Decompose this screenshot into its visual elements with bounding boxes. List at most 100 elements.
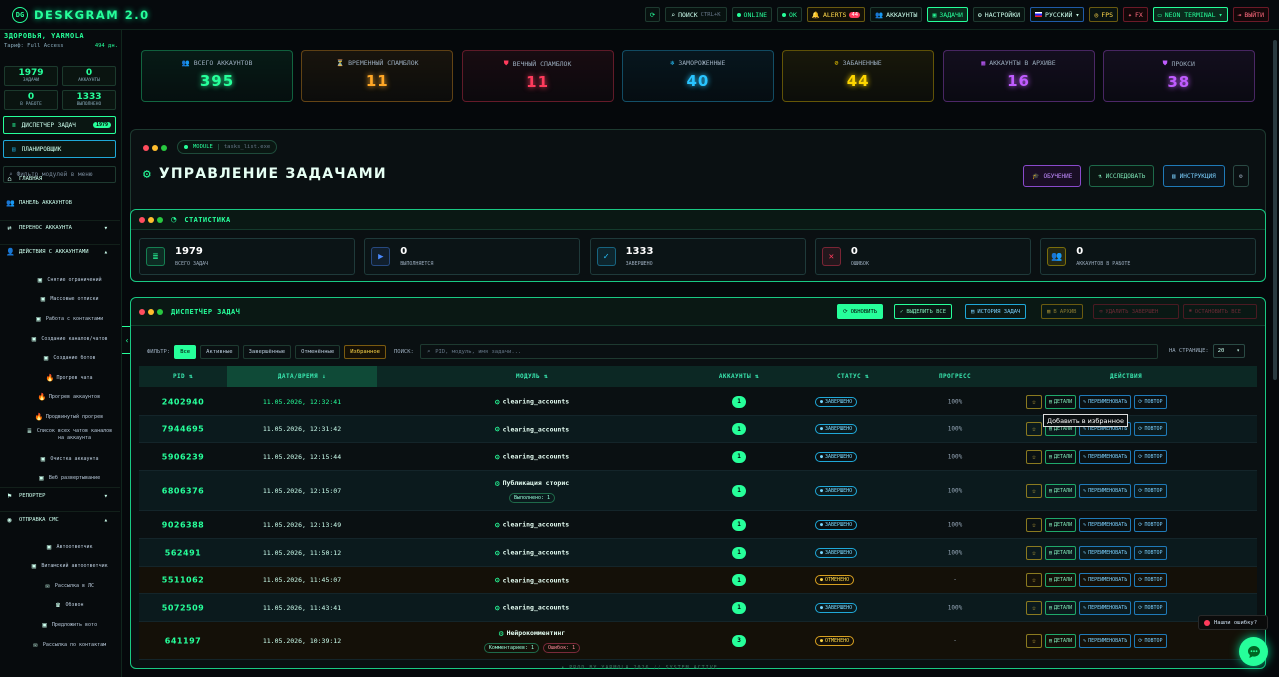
sidebar-item-12[interactable]: 🔥 Продвинутый прогрев bbox=[0, 408, 120, 425]
kpi-card-4[interactable]: ❄ ЗАМОРОЖЕННЫЕ 40 bbox=[621, 50, 774, 102]
rename-button[interactable]: ✎ ПЕРЕИМЕНОВАТЬ bbox=[1079, 517, 1132, 532]
sidebar-item-5[interactable]: ▣ Снятие ограничений bbox=[0, 271, 120, 288]
table-row[interactable]: 5511062 11.05.2026, 11:45:07 ⚙ clearing_acc… bbox=[139, 567, 1257, 594]
sidebar-dispatcher-button[interactable]: ≣ ДИСПЕТЧЕР ЗАДАЧ 1979 bbox=[3, 116, 116, 134]
details-button[interactable]: ▤ ДЕТАЛИ bbox=[1045, 483, 1077, 498]
table-row[interactable]: 9026388 11.05.2026, 12:13:49 ⚙ clearing_acc… bbox=[139, 511, 1257, 539]
favorite-star-button[interactable]: ☆ bbox=[1026, 573, 1042, 587]
theme-select[interactable]: ▭ NEON TERMINAL ▾ bbox=[1152, 7, 1228, 22]
research-button[interactable]: ⚗ ИССЛЕДОВАТЬ bbox=[1089, 165, 1155, 187]
task-search-input[interactable]: ⌕ PID, модуль, имя задачи... bbox=[419, 344, 1158, 359]
kpi-card-5[interactable]: ⊘ ЗАБАНЕННЫЕ 44 bbox=[782, 50, 935, 102]
favorite-star-button[interactable]: ☆ bbox=[1026, 600, 1042, 615]
refresh-button[interactable]: ⟳ bbox=[644, 7, 661, 22]
repeat-button[interactable]: ⟳ ПОВТОР bbox=[1134, 600, 1167, 615]
favorite-star-button[interactable]: ☆ bbox=[1026, 633, 1042, 648]
row-pid[interactable]: 5511062 bbox=[139, 576, 227, 585]
filter-chip-3[interactable]: Завершённые bbox=[242, 344, 292, 359]
task-history-button[interactable]: ▤ ИСТОРИЯ ЗАДАЧ bbox=[965, 304, 1027, 319]
sidebar-item-16[interactable]: ▣ Веб развертывание bbox=[0, 469, 120, 486]
favorite-star-button[interactable]: ☆ bbox=[1026, 517, 1042, 532]
sidebar-item-20[interactable]: ▣ Витамский автоответчик bbox=[0, 557, 120, 574]
row-pid[interactable]: 2402940 bbox=[139, 397, 227, 406]
sidebar-item-1[interactable]: ⌂ ГЛАВНАЯ bbox=[0, 172, 120, 186]
sidebar-item-15[interactable]: ▣ Очистка аккаунта bbox=[0, 450, 120, 467]
rename-button[interactable]: ✎ ПЕРЕИМЕНОВАТЬ bbox=[1079, 573, 1132, 587]
col-accounts[interactable]: АККАУНТЫ ⇅ bbox=[687, 373, 791, 380]
sidebar-item-23[interactable]: ▣ Предложить вото bbox=[0, 616, 120, 633]
favorite-star-button[interactable]: ☆ bbox=[1026, 483, 1042, 498]
logout-button[interactable]: ⇥ ВЫЙТИ bbox=[1232, 7, 1269, 22]
filter-chip-2[interactable]: Активные bbox=[200, 344, 239, 359]
table-row[interactable]: 6806376 11.05.2026, 12:15:07 ⚙ Публикация с… bbox=[139, 471, 1257, 511]
table-row[interactable]: 641197 11.05.2026, 10:39:12 ⚙ Нейрокомменти… bbox=[139, 622, 1257, 660]
sidebar-item-2[interactable]: 👥 ПАНЕЛЬ АККАУНТОВ bbox=[0, 196, 120, 210]
row-pid[interactable]: 7944695 bbox=[139, 425, 227, 434]
table-row[interactable]: 2402940 11.05.2026, 12:32:41 ⚙ clearing_acc… bbox=[139, 388, 1257, 416]
kpi-card-3[interactable]: ⛊ ВЕЧНЫЙ СПАМБЛОК 11 bbox=[461, 50, 614, 102]
report-bug-button[interactable]: Нашли ошибку? bbox=[1198, 615, 1268, 630]
stop-all-button[interactable]: ⏹ ОСТАНОВИТЬ ВСЕ bbox=[1183, 304, 1257, 319]
repeat-button[interactable]: ⟳ ПОВТОР bbox=[1134, 449, 1167, 464]
delete-completed-button[interactable]: ⌫ УДАЛИТЬ ЗАВЕРШЕН bbox=[1093, 304, 1179, 319]
settings-nav-button[interactable]: ⚙ НАСТРОЙКИ bbox=[972, 7, 1026, 22]
filter-chip-5[interactable]: Избранное bbox=[344, 344, 386, 359]
table-row[interactable]: 5072509 11.05.2026, 11:43:41 ⚙ clearing_acc… bbox=[139, 594, 1257, 622]
col-module[interactable]: МОДУЛЬ ⇅ bbox=[377, 373, 687, 380]
page-scrollbar[interactable] bbox=[1273, 40, 1277, 380]
row-pid[interactable]: 5906239 bbox=[139, 452, 227, 461]
row-pid[interactable]: 5072509 bbox=[139, 603, 227, 612]
sidebar-item-24[interactable]: ✉ Рассылка по контактам bbox=[0, 636, 120, 653]
kpi-card-6[interactable]: ▦ АККАУНТЫ В АРХИВЕ 16 bbox=[942, 50, 1095, 102]
repeat-button[interactable]: ⟳ ПОВТОР bbox=[1134, 394, 1167, 409]
language-select[interactable]: РУССКИЙ ▾ bbox=[1030, 7, 1085, 22]
accounts-nav-button[interactable]: 👥 АККАУНТЫ bbox=[870, 7, 923, 22]
rename-button[interactable]: ✎ ПЕРЕИМЕНОВАТЬ bbox=[1079, 394, 1132, 409]
col-status[interactable]: СТАТУС ⇅ bbox=[791, 373, 915, 380]
favorite-star-button[interactable]: ☆ bbox=[1026, 422, 1042, 436]
archive-button[interactable]: ▦ В АРХИВ bbox=[1041, 304, 1083, 319]
details-button[interactable]: ▤ ДЕТАЛИ bbox=[1045, 517, 1077, 532]
repeat-button[interactable]: ⟳ ПОВТОР bbox=[1134, 545, 1167, 560]
alerts-button[interactable]: 🔔 ALERTS 44 bbox=[806, 7, 866, 22]
per-page-select[interactable]: 20 ▾ bbox=[1212, 344, 1245, 358]
sidebar-item-8[interactable]: ▣ Создание каналов/чатов bbox=[0, 330, 120, 347]
select-all-button[interactable]: ✓ ВЫДЕЛИТЬ ВСЕ bbox=[894, 304, 953, 319]
sidebar-item-18[interactable]: ◉ ОТПРАВКА СМС ▴ bbox=[0, 511, 120, 527]
repeat-button[interactable]: ⟳ ПОВТОР bbox=[1134, 517, 1167, 532]
sidebar-item-6[interactable]: ▣ Массовые отписки bbox=[0, 290, 120, 307]
rename-button[interactable]: ✎ ПЕРЕИМЕНОВАТЬ bbox=[1079, 633, 1132, 648]
sidebar-item-22[interactable]: ☎ Обзвон bbox=[0, 596, 120, 613]
kpi-card-7[interactable]: ⛊ ПРОКСИ 38 bbox=[1102, 50, 1255, 102]
table-row[interactable]: 5906239 11.05.2026, 12:15:44 ⚙ clearing_acc… bbox=[139, 443, 1257, 471]
sidebar-item-10[interactable]: 🔥 Прогрев чата bbox=[0, 369, 120, 386]
chat-button[interactable] bbox=[1239, 637, 1268, 666]
tasks-nav-button[interactable]: ▣ ЗАДАЧИ bbox=[927, 7, 968, 22]
filter-chip-1[interactable]: Все bbox=[174, 344, 197, 359]
filter-chip-4[interactable]: Отменённые bbox=[295, 344, 341, 359]
rename-button[interactable]: ✎ ПЕРЕИМЕНОВАТЬ bbox=[1079, 449, 1132, 464]
details-button[interactable]: ▤ ДЕТАЛИ bbox=[1045, 633, 1077, 648]
sidebar-item-7[interactable]: ▣ Работа с контактами bbox=[0, 310, 120, 327]
favorite-star-button[interactable]: ☆ bbox=[1026, 545, 1042, 560]
repeat-button[interactable]: ⟳ ПОВТОР bbox=[1134, 483, 1167, 498]
fx-toggle[interactable]: ✦ FX bbox=[1123, 7, 1148, 22]
global-search-button[interactable]: ⌕ ПОИСК CTRL+K bbox=[665, 7, 727, 22]
details-button[interactable]: ▤ ДЕТАЛИ bbox=[1045, 573, 1077, 587]
module-settings-button[interactable]: ⚙ bbox=[1233, 165, 1249, 187]
sidebar-item-21[interactable]: ✉ Рассылка в ЛС bbox=[0, 577, 120, 594]
sidebar-item-4[interactable]: 👤 ДЕЙСТВИЯ С АККАУНТАМИ ▴ bbox=[0, 244, 120, 258]
sidebar-item-11[interactable]: 🔥 Прогрев аккаунтов bbox=[0, 388, 120, 405]
row-pid[interactable]: 9026388 bbox=[139, 520, 227, 529]
rename-button[interactable]: ✎ ПЕРЕИМЕНОВАТЬ bbox=[1079, 600, 1132, 615]
learn-button[interactable]: 🎓 ОБУЧЕНИЕ bbox=[1023, 165, 1082, 187]
rename-button[interactable]: ✎ ПЕРЕИМЕНОВАТЬ bbox=[1079, 483, 1132, 498]
kpi-card-1[interactable]: 👥 ВСЕГО АККАУНТОВ 395 bbox=[141, 50, 293, 102]
repeat-button[interactable]: ⟳ ПОВТОР bbox=[1134, 422, 1167, 436]
repeat-button[interactable]: ⟳ ПОВТОР bbox=[1134, 573, 1167, 587]
fps-toggle[interactable]: ◎ FPS bbox=[1089, 7, 1119, 22]
sidebar-item-19[interactable]: ▣ Автоответчик bbox=[0, 538, 120, 555]
details-button[interactable]: ▤ ДЕТАЛИ bbox=[1045, 449, 1077, 464]
col-pid[interactable]: PID ⇅ bbox=[139, 373, 227, 380]
favorite-star-button[interactable]: ☆ bbox=[1026, 394, 1042, 409]
